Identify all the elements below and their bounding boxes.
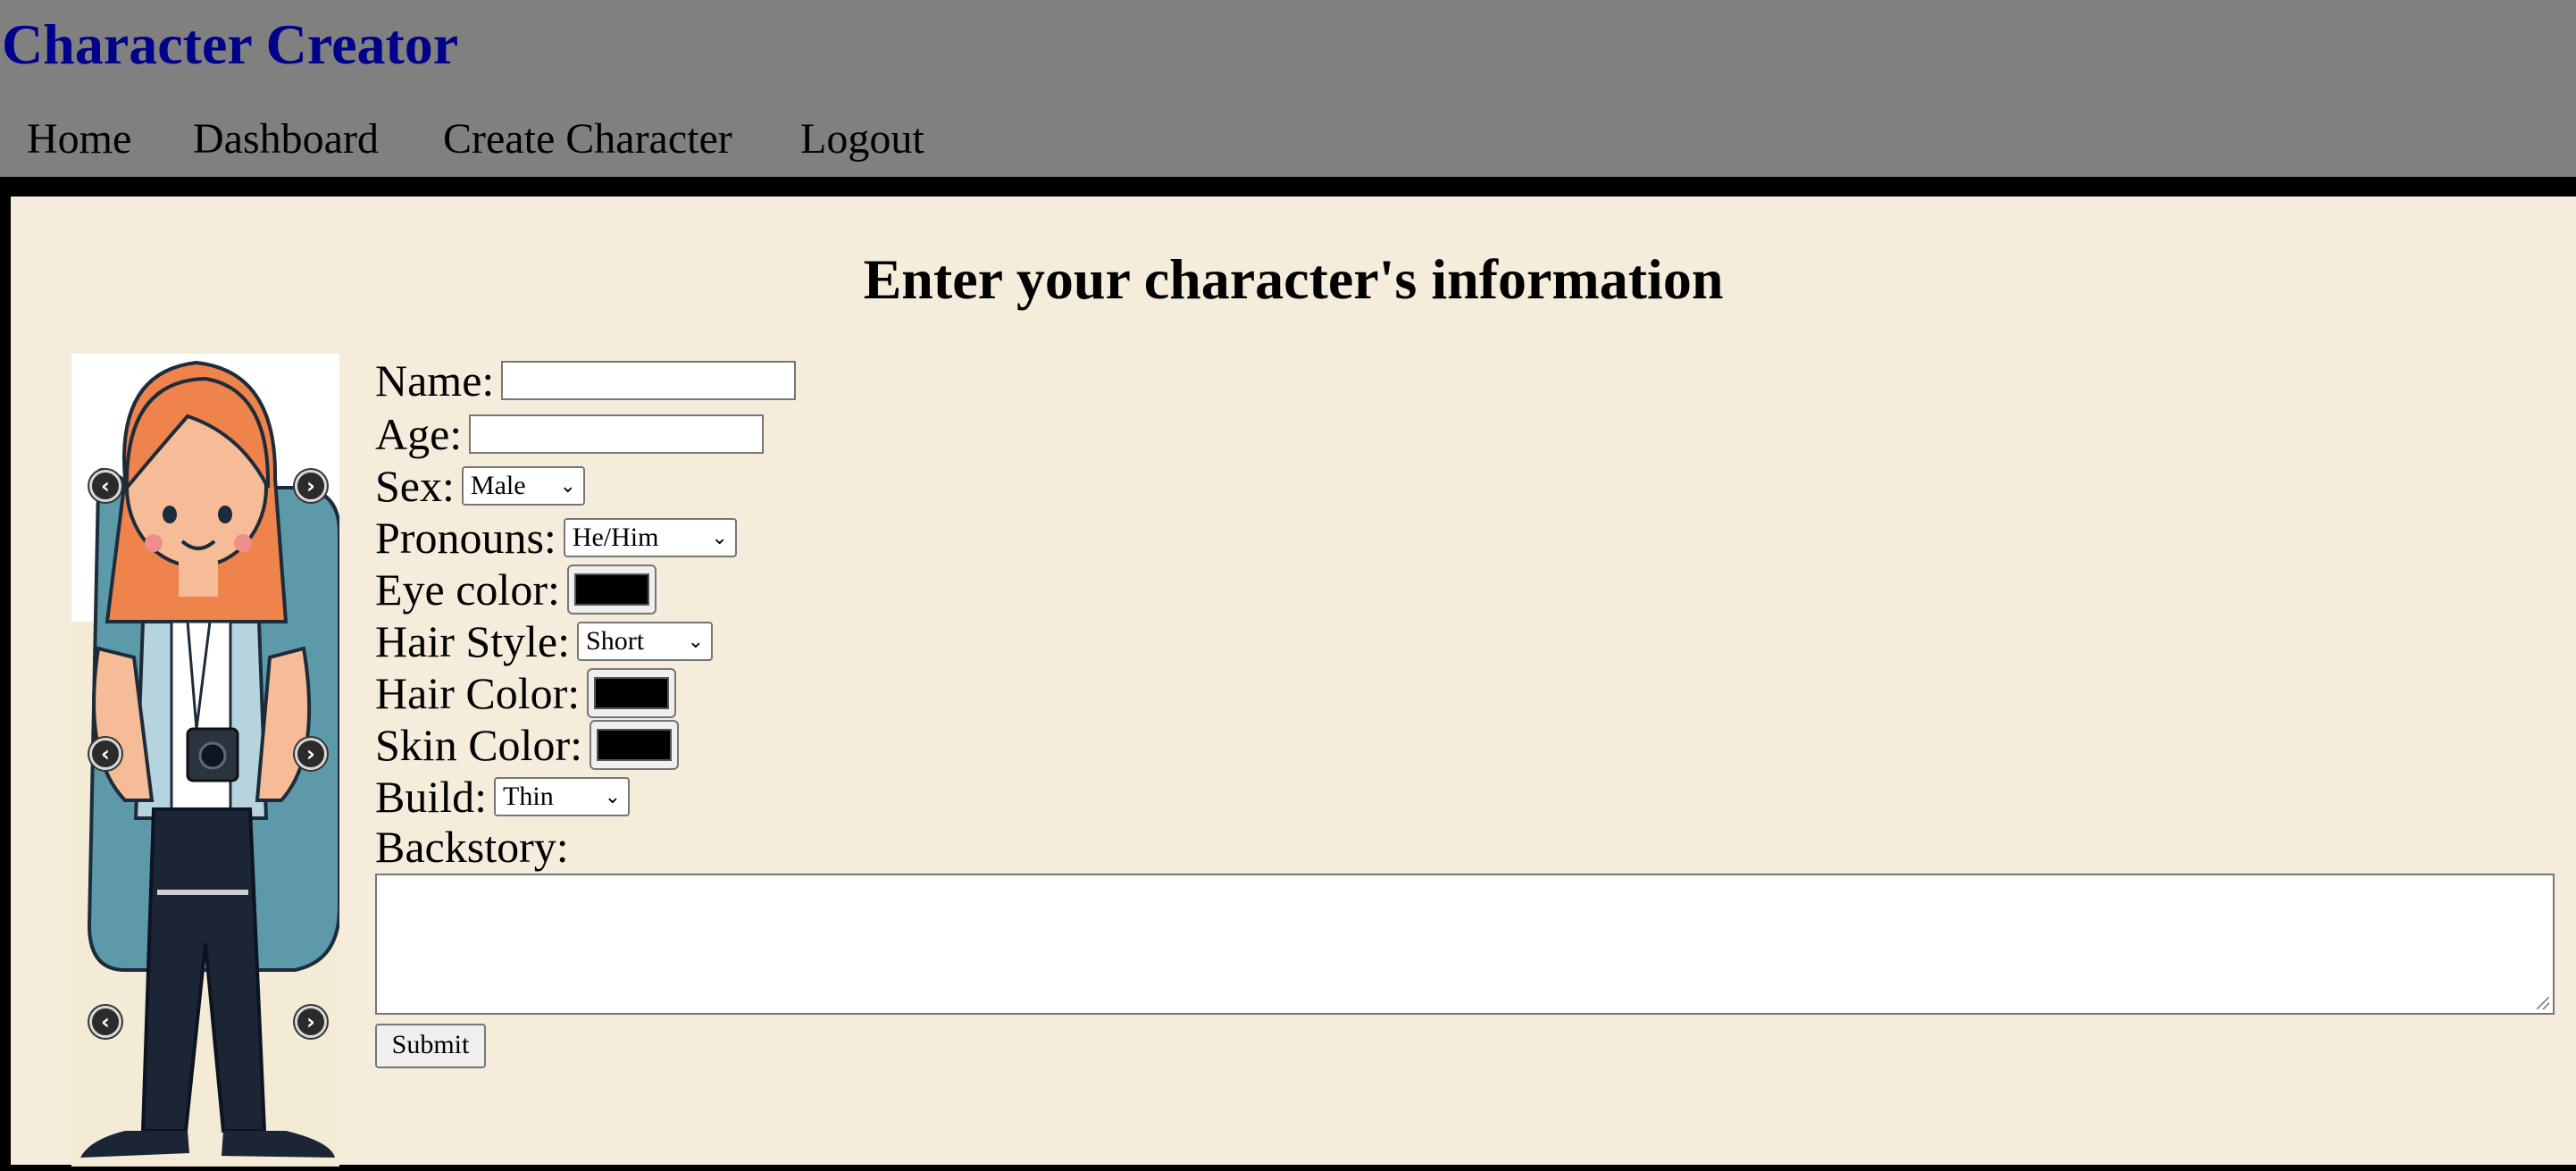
pronouns-label: Pronouns: <box>375 513 556 563</box>
build-select[interactable]: Thin ⌄ <box>494 777 631 816</box>
nav-create-character-link[interactable]: Create Character <box>443 113 732 166</box>
skin-color-picker[interactable] <box>589 720 679 770</box>
build-label: Build: <box>375 772 488 822</box>
sex-select[interactable]: Male ⌄ <box>461 466 585 506</box>
build-row: Build: Thin ⌄ <box>375 772 631 822</box>
build-select-value: Thin <box>503 782 554 811</box>
hair-style-select-value: Short <box>586 626 645 656</box>
age-row: Age: <box>375 409 765 459</box>
age-label: Age: <box>375 409 463 459</box>
nav-dashboard-link[interactable]: Dashboard <box>193 113 379 166</box>
nav-home-link[interactable]: Home <box>27 113 131 166</box>
hair-style-label: Hair Style: <box>375 616 571 666</box>
eye-color-picker[interactable] <box>566 565 657 615</box>
hair-color-label: Hair Color: <box>375 668 581 718</box>
chevron-right-icon[interactable]: › <box>295 470 327 502</box>
resize-handle-icon[interactable] <box>2537 997 2549 1009</box>
pronouns-select-value: He/Him <box>572 523 659 552</box>
submit-button[interactable]: Submit <box>375 1024 486 1068</box>
skin-color-label: Skin Color: <box>375 720 582 770</box>
chevron-left-icon[interactable]: ‹ <box>89 1006 121 1038</box>
skin-color-swatch <box>596 729 672 761</box>
hair-color-swatch <box>594 677 670 709</box>
age-input[interactable] <box>469 414 765 454</box>
skin-color-row: Skin Color: <box>375 720 679 770</box>
chevron-down-icon: ⌄ <box>604 785 622 808</box>
hair-color-picker[interactable] <box>587 668 677 718</box>
chevron-down-icon: ⌄ <box>559 474 576 498</box>
name-row: Name: <box>375 355 797 406</box>
main-content: Enter your character's information ‹ › ‹… <box>11 197 2576 1167</box>
backstory-row: Backstory: <box>375 822 576 872</box>
page-title: Enter your character's information <box>863 247 1724 311</box>
sex-label: Sex: <box>375 461 455 511</box>
backstory-label: Backstory: <box>375 822 569 872</box>
hair-style-select[interactable]: Short ⌄ <box>577 622 714 661</box>
chevron-down-icon: ⌄ <box>711 526 728 549</box>
backstory-textarea[interactable] <box>375 874 2555 1015</box>
chevron-right-icon[interactable]: › <box>295 738 327 770</box>
sex-row: Sex: Male ⌄ <box>375 461 585 511</box>
name-input[interactable] <box>501 361 797 400</box>
chevron-left-icon[interactable]: ‹ <box>89 738 121 770</box>
nav-logout-link[interactable]: Logout <box>800 113 924 166</box>
chevron-down-icon: ⌄ <box>687 630 705 653</box>
chevron-right-icon[interactable]: › <box>295 1006 327 1038</box>
pronouns-select[interactable]: He/Him ⌄ <box>563 518 737 557</box>
eye-color-label: Eye color: <box>375 565 560 615</box>
chevron-left-icon[interactable]: ‹ <box>89 470 121 502</box>
hair-color-row: Hair Color: <box>375 668 677 718</box>
character-preview: ‹ › ‹ › ‹ › <box>71 354 341 1167</box>
app-title: Character Creator <box>2 13 459 76</box>
site-header: Character Creator Home Dashboard Create … <box>0 0 2576 177</box>
pronouns-row: Pronouns: He/Him ⌄ <box>375 513 737 563</box>
eye-color-row: Eye color: <box>375 565 657 615</box>
name-label: Name: <box>375 355 495 406</box>
hair-style-row: Hair Style: Short ⌄ <box>375 616 714 666</box>
sex-select-value: Male <box>470 471 526 500</box>
eye-color-swatch <box>573 573 649 606</box>
